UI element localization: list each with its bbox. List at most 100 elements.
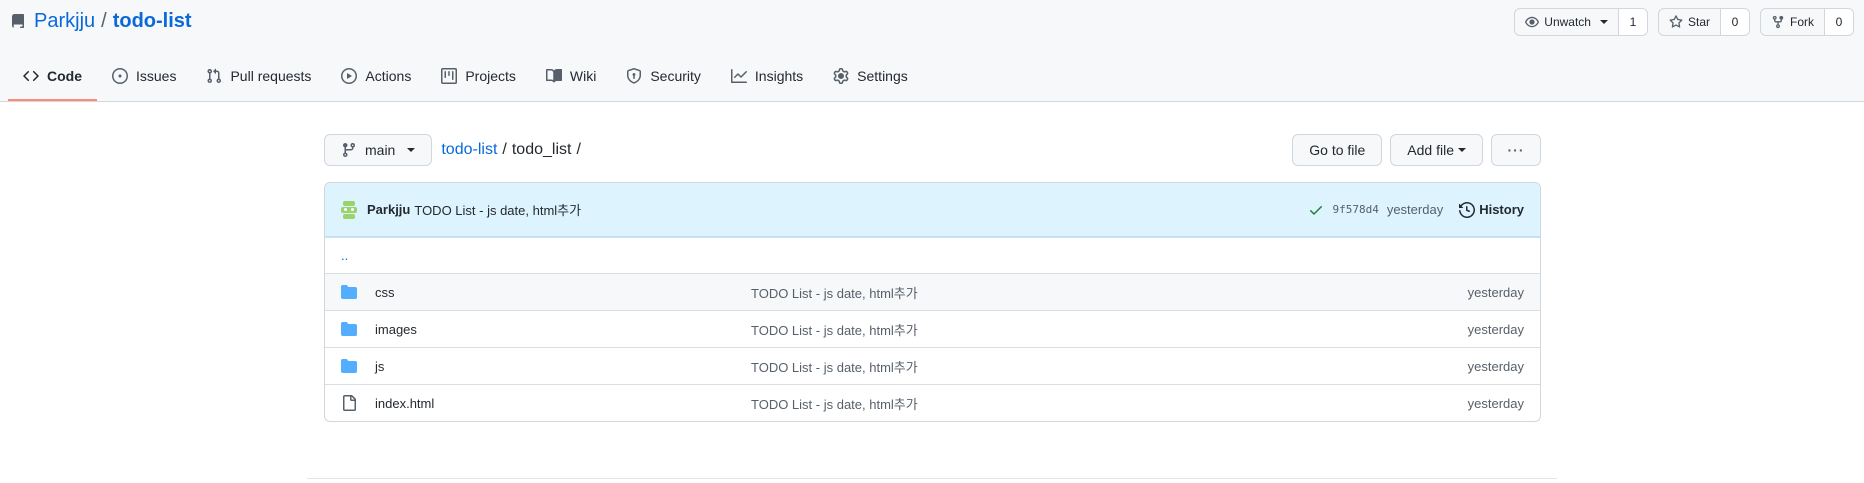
tab-code-label: Code: [47, 68, 82, 84]
tab-actions[interactable]: Actions: [326, 53, 426, 101]
watch-button-group: Unwatch 1: [1514, 8, 1648, 36]
repo-tabs: Code Issues Pull requests Actions Projec…: [8, 53, 923, 101]
project-icon: [441, 68, 458, 84]
repo-title-row: Parkjju / todo-list: [10, 10, 192, 33]
eye-icon: [1525, 16, 1540, 28]
tab-issues[interactable]: Issues: [97, 53, 191, 101]
go-to-file-button[interactable]: Go to file: [1292, 134, 1383, 166]
graph-icon: [730, 69, 747, 83]
breadcrumb-repo-link[interactable]: todo-list: [441, 141, 497, 159]
file-browser: Parkjju TODO List - js date, html추가 9f57…: [324, 182, 1541, 422]
tab-projects-label: Projects: [465, 68, 516, 84]
unwatch-button[interactable]: Unwatch: [1515, 9, 1619, 35]
check-icon[interactable]: [1308, 202, 1324, 218]
fork-count[interactable]: 0: [1825, 9, 1853, 35]
file-row: css TODO List - js date, html추가 yesterda…: [325, 273, 1540, 310]
file-row: images TODO List - js date, html추가 yeste…: [325, 310, 1540, 347]
tab-settings[interactable]: Settings: [818, 53, 923, 101]
code-icon: [23, 70, 39, 82]
star-icon: [1669, 15, 1683, 28]
add-file-label: Add file: [1407, 142, 1454, 158]
book-icon: [545, 68, 562, 83]
branch-selector[interactable]: main: [324, 134, 433, 166]
repo-title: Parkjju / todo-list: [34, 10, 192, 33]
file-name-link[interactable]: js: [375, 359, 751, 374]
file-age: yesterday: [1467, 321, 1524, 337]
tab-wiki-label: Wiki: [569, 68, 597, 84]
tab-wiki[interactable]: Wiki: [531, 53, 611, 101]
shield-icon: [627, 68, 642, 84]
play-icon: [341, 68, 358, 84]
history-icon: [1459, 201, 1476, 218]
breadcrumb-separator: /: [576, 141, 581, 158]
parent-directory-link[interactable]: ..: [341, 248, 348, 263]
breadcrumb-current-dir: todo_list: [511, 141, 572, 158]
fork-label: Fork: [1790, 15, 1814, 29]
history-link[interactable]: History: [1459, 201, 1524, 218]
repo-icon: [10, 13, 26, 30]
unwatch-label: Unwatch: [1544, 15, 1591, 29]
file-commit-message[interactable]: TODO List - js date, html추가: [751, 283, 1468, 302]
tab-insights-label: Insights: [754, 68, 804, 84]
commit-message[interactable]: TODO List - js date, html추가: [414, 200, 581, 219]
commit-author[interactable]: Parkjju: [367, 202, 410, 217]
tab-code[interactable]: Code: [8, 53, 97, 101]
latest-commit-bar: Parkjju TODO List - js date, html추가 9f57…: [325, 183, 1540, 237]
add-file-button[interactable]: Add file: [1390, 134, 1483, 166]
fork-button-group: Fork 0: [1760, 8, 1854, 36]
breadcrumb: todo-list / todo_list /: [441, 141, 581, 159]
file-age: yesterday: [1467, 358, 1524, 374]
folder-icon: [341, 321, 357, 337]
repo-header: Parkjju / todo-list Unwatch 1 Star 0 For…: [0, 0, 1864, 102]
chevron-down-icon: [1599, 20, 1608, 24]
star-button[interactable]: Star: [1659, 9, 1721, 35]
history-label: History: [1479, 202, 1524, 217]
commit-meta: 9f578d4 yesterday History: [1308, 201, 1524, 218]
file-row: index.html TODO List - js date, html추가 y…: [325, 384, 1540, 421]
star-count[interactable]: 0: [1721, 9, 1749, 35]
main-content: main todo-list / todo_list / Go to file …: [324, 134, 1541, 422]
tab-security[interactable]: Security: [611, 53, 716, 101]
file-age: yesterday: [1467, 395, 1524, 411]
pull-request-icon: [207, 68, 222, 84]
file-name-link[interactable]: images: [375, 322, 751, 337]
file-name-link[interactable]: css: [375, 285, 751, 300]
file-navigation: main todo-list / todo_list / Go to file …: [324, 134, 1541, 166]
avatar[interactable]: [341, 199, 357, 221]
repo-actions: Unwatch 1 Star 0 Fork 0: [1514, 8, 1854, 36]
breadcrumb-separator: /: [502, 141, 507, 158]
repo-owner-link[interactable]: Parkjju: [34, 10, 95, 33]
tab-projects[interactable]: Projects: [426, 53, 531, 101]
tab-pull-requests[interactable]: Pull requests: [191, 53, 326, 101]
repo-name-link[interactable]: todo-list: [113, 10, 192, 33]
file-actions: Go to file Add file ···: [1292, 134, 1541, 166]
chevron-down-icon: [407, 148, 416, 152]
footer-divider: [307, 478, 1557, 479]
tab-issues-label: Issues: [136, 68, 177, 84]
branch-name: main: [365, 142, 396, 158]
folder-icon: [341, 284, 357, 300]
parent-directory-row[interactable]: ..: [325, 237, 1540, 273]
folder-icon: [341, 358, 357, 374]
fork-button[interactable]: Fork: [1761, 9, 1825, 35]
star-button-group: Star 0: [1657, 8, 1750, 36]
more-options-button[interactable]: ···: [1491, 134, 1541, 166]
fork-icon: [1772, 15, 1784, 29]
watch-count[interactable]: 1: [1618, 9, 1647, 35]
tab-insights[interactable]: Insights: [716, 53, 818, 101]
file-row: js TODO List - js date, html추가 yesterday: [325, 347, 1540, 384]
file-name-link[interactable]: index.html: [375, 396, 751, 411]
file-age: yesterday: [1467, 284, 1524, 300]
file-icon: [341, 395, 357, 411]
gear-icon: [833, 68, 849, 84]
file-commit-message[interactable]: TODO List - js date, html추가: [751, 394, 1468, 413]
file-commit-message[interactable]: TODO List - js date, html추가: [751, 357, 1468, 376]
file-commit-message[interactable]: TODO List - js date, html추가: [751, 320, 1468, 339]
kebab-horizontal-icon: ···: [1507, 142, 1525, 158]
tab-settings-label: Settings: [857, 68, 908, 84]
tab-security-label: Security: [650, 68, 701, 84]
commit-sha[interactable]: 9f578d4: [1332, 203, 1378, 216]
issue-icon: [112, 68, 128, 84]
star-label: Star: [1687, 15, 1710, 29]
tab-actions-label: Actions: [365, 68, 412, 84]
